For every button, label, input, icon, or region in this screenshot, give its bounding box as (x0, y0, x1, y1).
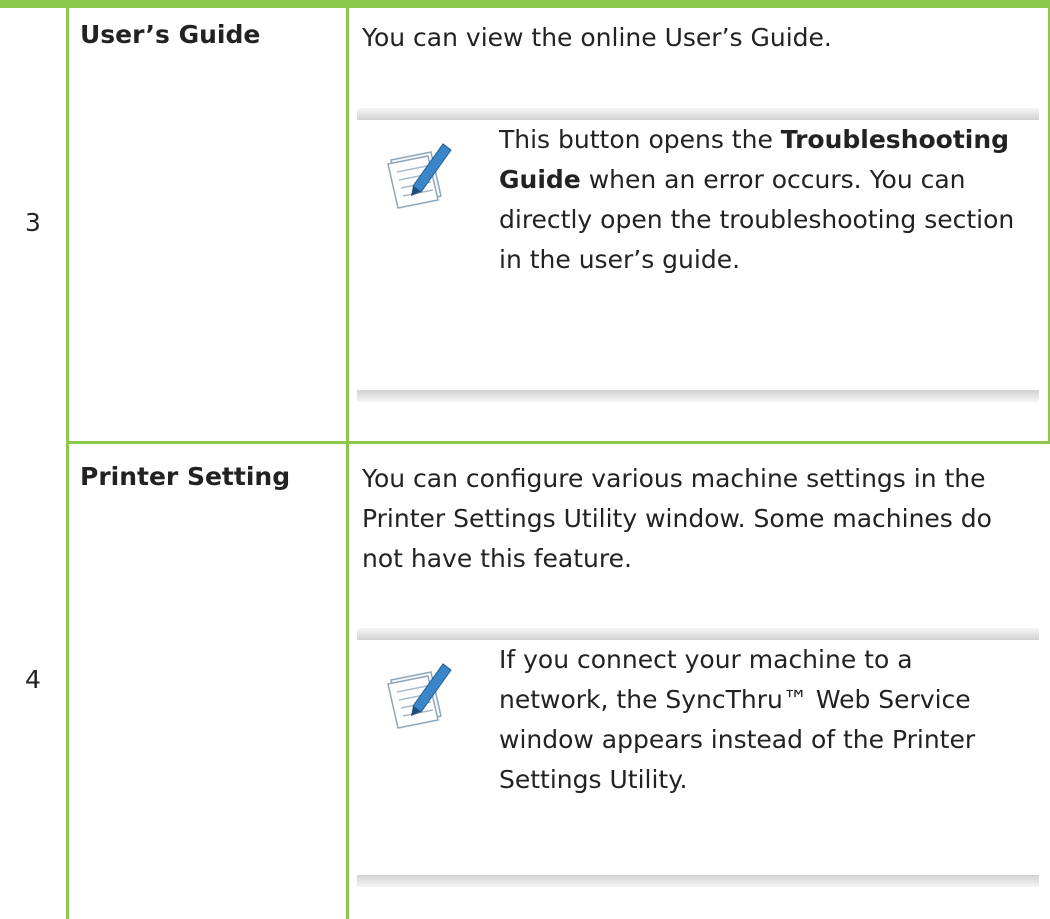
note-text: If you connect your machine to a network… (499, 645, 976, 794)
note-box: If you connect your machine to a network… (357, 628, 1039, 887)
feature-description: You can configure various machine settin… (362, 464, 992, 573)
row-number: 4 (25, 665, 41, 694)
note-pencil-icon (385, 658, 455, 732)
column-divider (346, 8, 349, 919)
feature-description: You can view the online User’s Guide. (362, 23, 832, 52)
row-divider (66, 441, 1050, 444)
column-divider (66, 8, 69, 919)
table-top-border (0, 0, 1050, 8)
feature-name: Printer Setting (80, 462, 291, 491)
note-pencil-icon (385, 138, 455, 212)
note-box: This button opens the Troubleshooting Gu… (357, 108, 1039, 402)
row-number: 3 (25, 208, 41, 237)
note-text: This button opens the Troubleshooting Gu… (499, 125, 1015, 274)
feature-name: User’s Guide (80, 20, 261, 49)
